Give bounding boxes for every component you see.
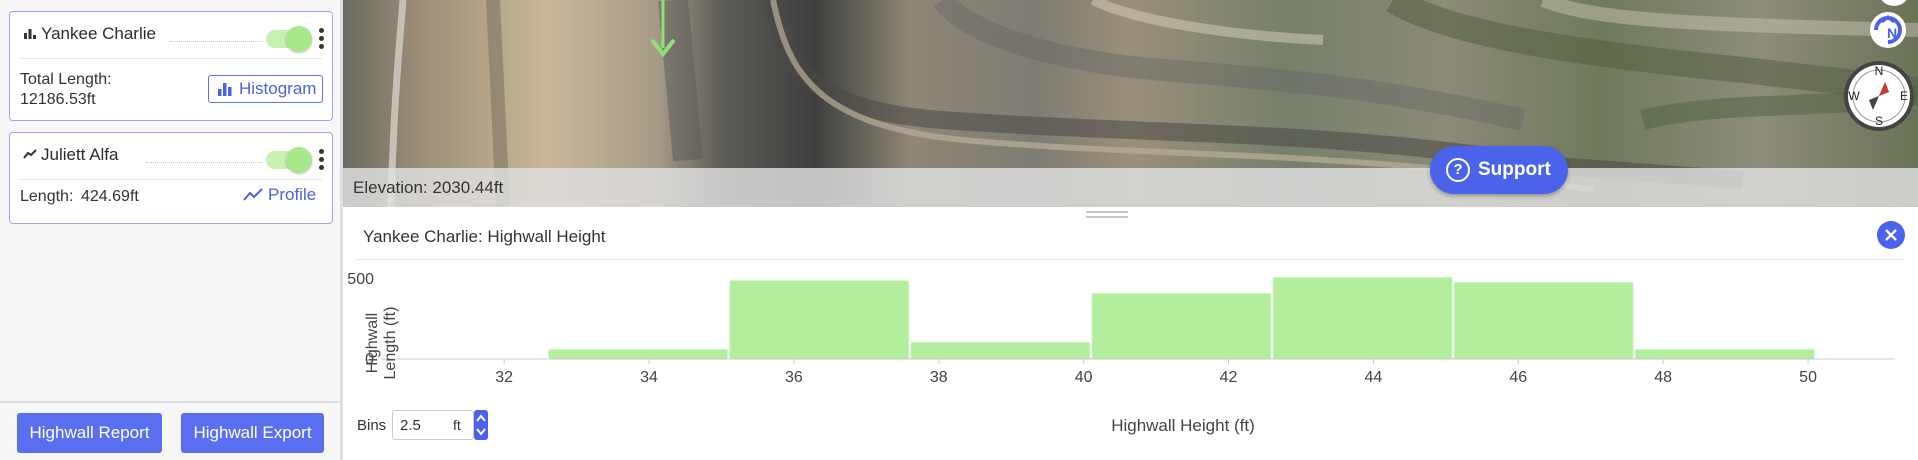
- x-axis-label: Highwall Height (ft): [1111, 416, 1255, 435]
- layer-card-juliett-alfa[interactable]: Juliett Alfa Length: 424.69ft Profile: [9, 132, 333, 224]
- compass-east-label: E: [1900, 89, 1908, 103]
- map-view[interactable]: Elevation: 2030.44ft N N E S W: [343, 0, 1918, 207]
- reset-north-icon[interactable]: N: [1868, 8, 1908, 50]
- total-length-value: 12186.53ft: [20, 91, 96, 108]
- compass-icon[interactable]: N E S W: [1843, 60, 1915, 132]
- histogram-bar[interactable]: [729, 280, 910, 360]
- bar-chart-icon: [218, 83, 232, 96]
- histogram-bar[interactable]: [1091, 292, 1272, 360]
- histogram-bar[interactable]: [548, 348, 729, 360]
- x-tick-label: 38: [930, 369, 948, 386]
- line-chart-icon: [23, 149, 37, 159]
- bins-stepper[interactable]: [474, 410, 488, 440]
- toggle-knob: [286, 26, 312, 52]
- layer-card-header: Yankee Charlie: [10, 12, 332, 56]
- profile-button[interactable]: Profile: [242, 182, 316, 208]
- x-tick-label: 40: [1075, 369, 1093, 386]
- svg-text:N: N: [1887, 25, 1897, 41]
- elevation-bar: Elevation: 2030.44ft: [343, 168, 1918, 207]
- x-tick-label: 48: [1654, 369, 1672, 386]
- divider: [20, 58, 322, 59]
- line-chart-icon: [243, 188, 263, 201]
- support-button[interactable]: ? Support: [1430, 146, 1568, 194]
- y-axis-label: Length (ft): [382, 307, 399, 380]
- more-options-icon[interactable]: [317, 148, 325, 172]
- bins-input[interactable]: 2.5 ft: [392, 410, 474, 440]
- compass-north-label: N: [1875, 64, 1884, 78]
- histogram-bar[interactable]: [1272, 276, 1453, 360]
- toggle-knob: [286, 147, 312, 173]
- bins-label: Bins: [357, 417, 387, 434]
- divider: [20, 179, 322, 180]
- compass-south-label: S: [1875, 114, 1883, 128]
- histogram-button[interactable]: Histogram: [208, 75, 324, 103]
- divider: [0, 401, 340, 403]
- histogram-bar[interactable]: [1453, 281, 1634, 360]
- highwall-report-button[interactable]: Highwall Report: [17, 413, 162, 453]
- histogram-button-label: Histogram: [239, 79, 317, 98]
- bins-unit: ft: [453, 417, 461, 433]
- x-tick-label: 36: [785, 369, 803, 386]
- x-tick-label: 42: [1220, 369, 1238, 386]
- layer-name: Yankee Charlie: [41, 24, 156, 43]
- x-tick-label: 34: [640, 369, 658, 386]
- layer-visibility-toggle[interactable]: [266, 26, 312, 52]
- chevron-up-icon: [476, 414, 486, 422]
- x-tick-label: 32: [495, 369, 513, 386]
- divider: [170, 41, 262, 42]
- total-length-label: Total Length:: [20, 71, 112, 88]
- histogram-bar[interactable]: [1634, 348, 1815, 360]
- layer-panel: Yankee Charlie Total Length: 12186.53ft …: [0, 0, 343, 460]
- divider: [146, 162, 262, 163]
- bar-chart-icon: [24, 29, 36, 39]
- histogram-bar[interactable]: [910, 341, 1091, 360]
- layer-card-yankee-charlie[interactable]: Yankee Charlie Total Length: 12186.53ft …: [9, 11, 333, 121]
- x-tick-label: 44: [1365, 369, 1383, 386]
- x-tick-label: 50: [1799, 369, 1817, 386]
- length-label: Length:: [20, 188, 74, 205]
- chevron-down-icon: [476, 428, 486, 436]
- highwall-export-button[interactable]: Highwall Export: [181, 413, 324, 453]
- layer-visibility-toggle[interactable]: [266, 147, 312, 173]
- help-icon: ?: [1446, 158, 1470, 182]
- y-tick-label: 500: [347, 271, 374, 288]
- profile-button-label: Profile: [268, 185, 317, 204]
- bins-value: 2.5: [400, 417, 421, 434]
- layer-card-header: Juliett Alfa: [10, 133, 332, 177]
- x-tick-label: 46: [1509, 369, 1527, 386]
- support-button-label: Support: [1478, 159, 1551, 180]
- histogram-chart: 32 34 36 38 40 42 44 46 48 500500 Highwall Length…: [347, 271, 1895, 435]
- y-axis-label: Highwall: [364, 313, 381, 373]
- elevation-readout: Elevation: 2030.44ft: [353, 178, 504, 197]
- layer-name: Juliett Alfa: [41, 145, 119, 164]
- more-options-icon[interactable]: [317, 27, 325, 51]
- compass-west-label: W: [1848, 89, 1860, 103]
- histogram-panel: Yankee Charlie: Highwall Height 32 34 36 38…: [343, 207, 1918, 460]
- length-value: 424.69ft: [81, 188, 139, 205]
